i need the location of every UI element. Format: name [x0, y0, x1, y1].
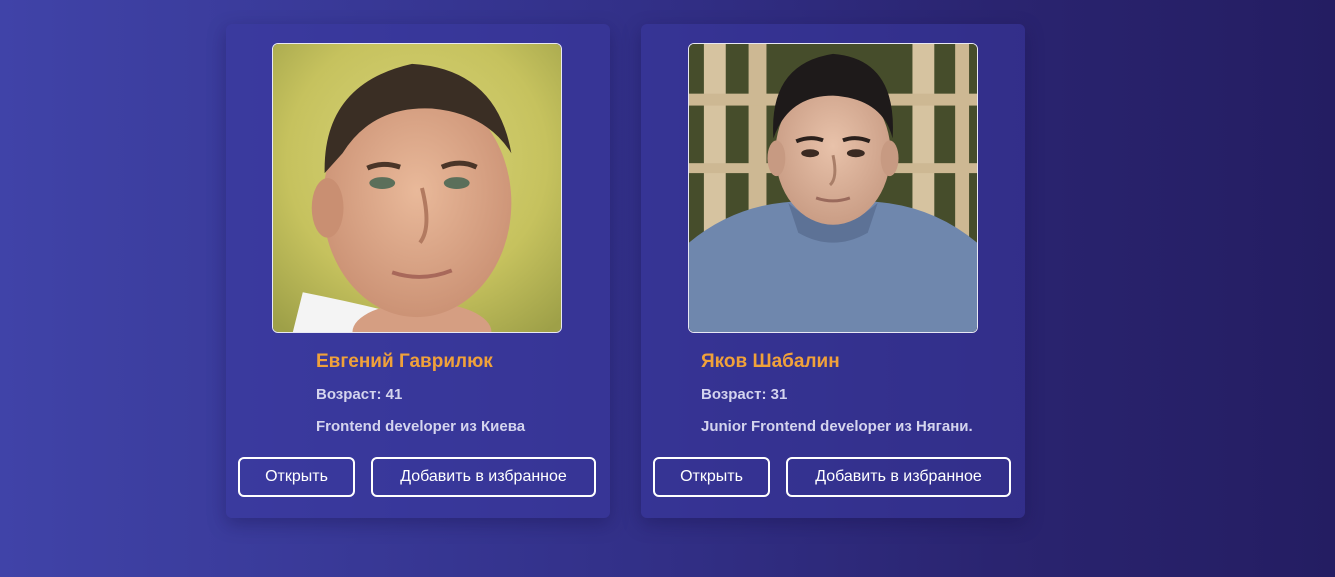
- profile-actions: Открыть Добавить в избранное: [238, 457, 596, 497]
- profile-photo: [272, 43, 562, 333]
- profile-info: Яков Шабалин Возраст: 31 Junior Frontend…: [701, 350, 973, 436]
- open-button[interactable]: Открыть: [653, 457, 770, 497]
- profile-actions: Открыть Добавить в избранное: [653, 457, 1011, 497]
- profile-name: Яков Шабалин: [701, 351, 840, 372]
- add-to-favorites-button[interactable]: Добавить в избранное: [786, 457, 1011, 497]
- profile-name: Евгений Гаврилюк: [316, 351, 493, 372]
- profile-age: Возраст: 31: [701, 386, 788, 403]
- profile-info: Евгений Гаврилюк Возраст: 41 Frontend de…: [316, 350, 525, 436]
- add-to-favorites-button[interactable]: Добавить в избранное: [371, 457, 596, 497]
- profile-role: Junior Frontend developer из Нягани.: [701, 418, 973, 435]
- profile-role: Frontend developer из Киева: [316, 418, 526, 435]
- profile-age: Возраст: 41: [316, 386, 403, 403]
- open-button[interactable]: Открыть: [238, 457, 355, 497]
- profile-photo: [688, 43, 978, 333]
- profile-card: Евгений Гаврилюк Возраст: 41 Frontend de…: [226, 24, 610, 518]
- profile-card: Яков Шабалин Возраст: 31 Junior Frontend…: [641, 24, 1025, 518]
